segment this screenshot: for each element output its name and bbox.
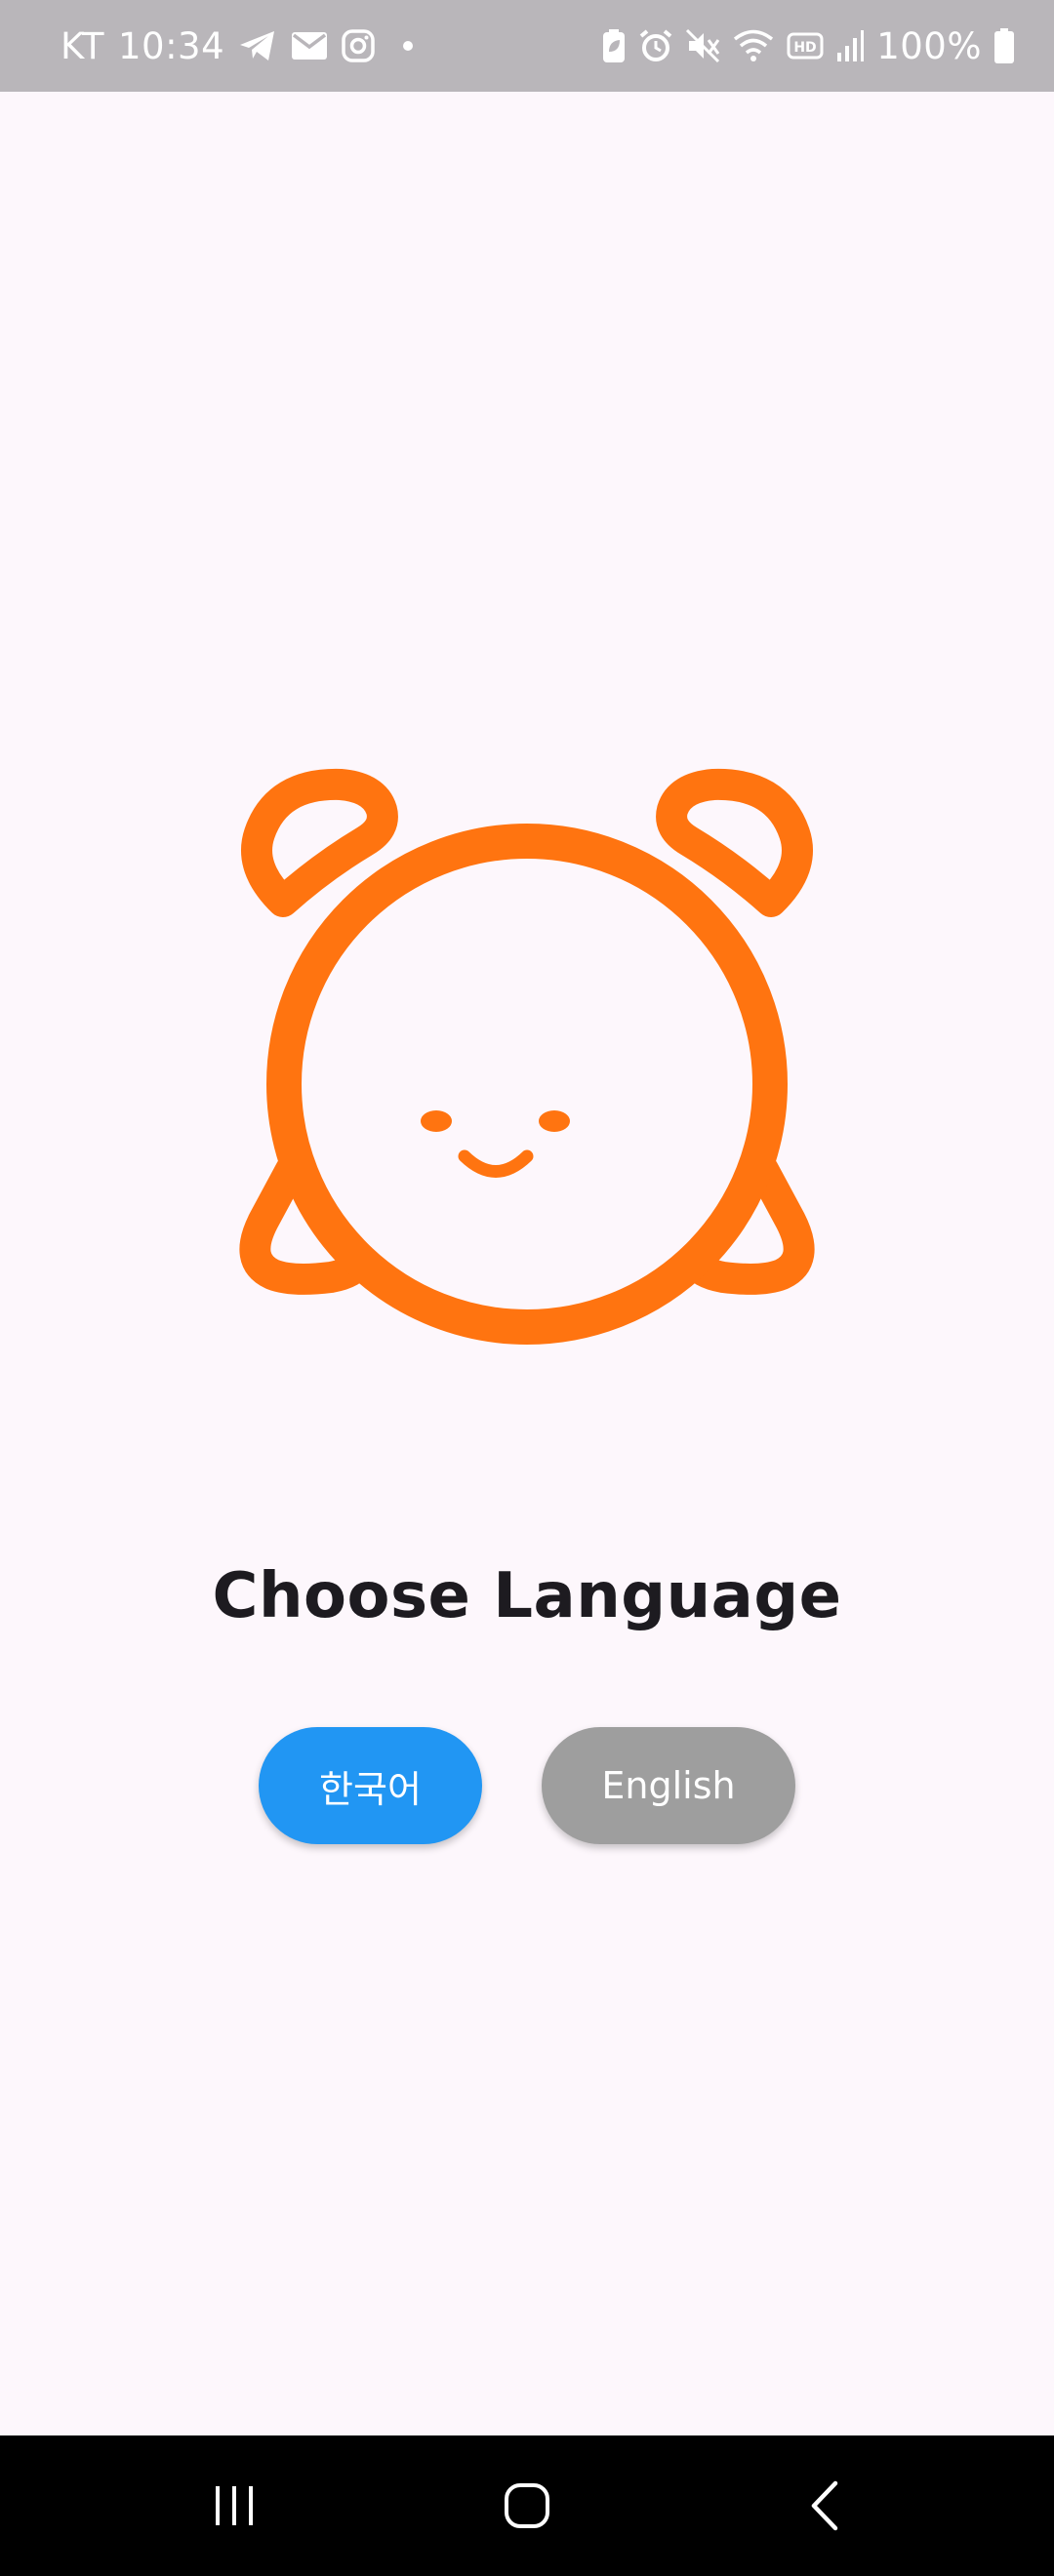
korean-language-button[interactable]: 한국어: [259, 1727, 482, 1844]
clock-time: 10:34: [118, 24, 225, 67]
carrier-label: KT: [61, 24, 104, 67]
alarm-icon: [638, 28, 673, 63]
language-button-row: 한국어 English: [0, 1727, 1054, 1844]
language-selection-screen: Choose Language 한국어 English: [0, 92, 1054, 2435]
status-bar-left: KT 10:34: [61, 0, 414, 92]
telegram-icon: [238, 28, 277, 63]
instagram-icon: [342, 29, 375, 62]
battery-icon: [993, 27, 1015, 64]
back-icon: [811, 2480, 838, 2531]
mute-icon: [685, 28, 720, 63]
page-title: Choose Language: [212, 1560, 842, 1632]
recents-button[interactable]: [176, 2457, 293, 2555]
battery-percent: 100%: [876, 24, 982, 67]
status-bar-right: HD 100%: [601, 0, 1015, 92]
status-bar: KT 10:34 HD 100%: [0, 0, 1054, 92]
alarm-clock-face-icon: [239, 768, 815, 1345]
wifi-icon: [732, 28, 775, 63]
notification-dot-icon: [402, 40, 414, 52]
back-button[interactable]: [766, 2457, 883, 2555]
hd-voice-icon: HD: [787, 31, 824, 60]
home-icon: [505, 2483, 549, 2528]
mail-icon: [291, 31, 328, 60]
system-navigation-bar: [0, 2435, 1054, 2576]
signal-icon: [835, 29, 865, 62]
svg-text:HD: HD: [794, 40, 817, 56]
home-button[interactable]: [468, 2457, 586, 2555]
recents-icon: [216, 2486, 253, 2525]
battery-saver-icon: [601, 28, 627, 63]
english-language-button[interactable]: English: [542, 1727, 795, 1844]
